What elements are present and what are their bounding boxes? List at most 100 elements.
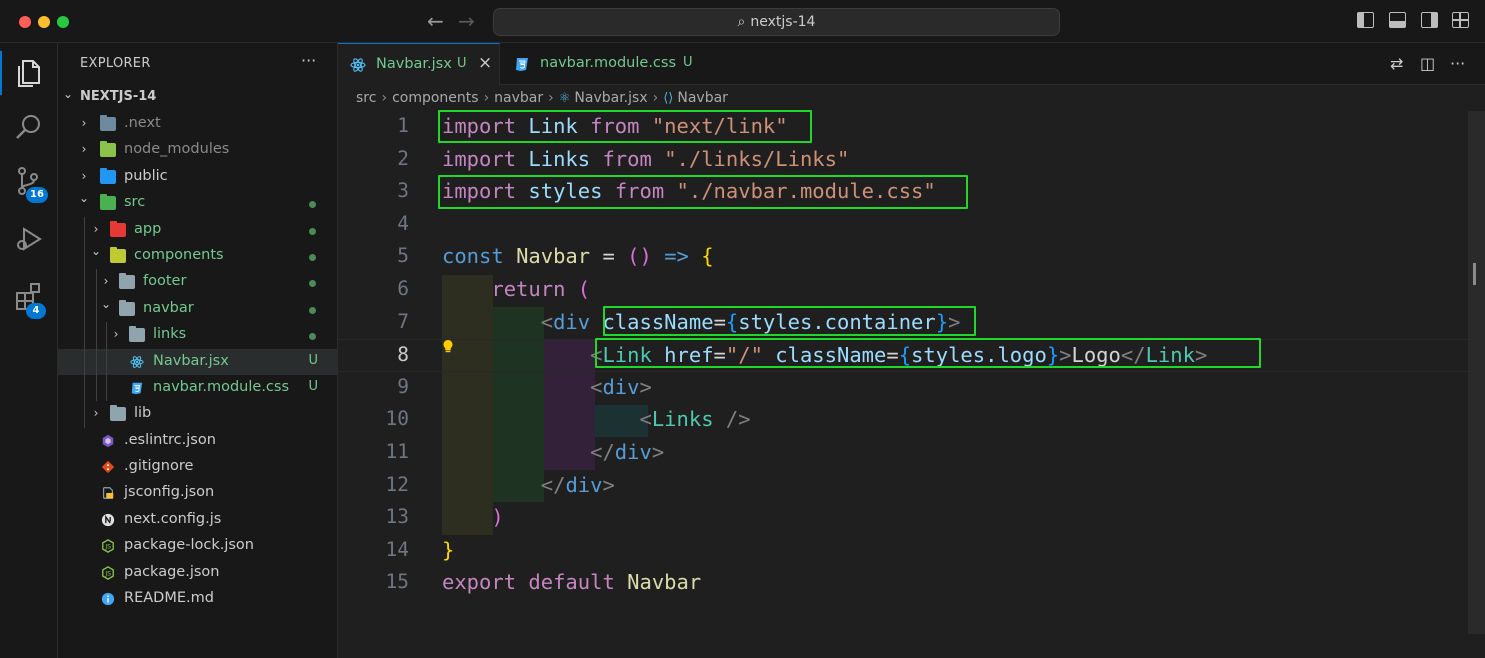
tree-item-public[interactable]: › public: [58, 164, 338, 190]
indent-guide: [96, 269, 97, 296]
more-actions-icon[interactable]: ···: [1450, 54, 1465, 73]
extensions-badge: 4: [26, 303, 46, 319]
node-folder-icon: [100, 141, 116, 158]
modified-dot: [309, 227, 316, 235]
untracked-status: U: [308, 352, 318, 368]
tree-item-links[interactable]: › links: [58, 322, 338, 349]
chevron-right-icon: ›: [103, 274, 109, 289]
tag-punct: <: [540, 309, 554, 334]
code-line: 9 <div>: [338, 372, 1485, 405]
modified-dot: [309, 306, 316, 314]
keyword: import: [442, 146, 517, 171]
forward-arrow-icon[interactable]: →: [458, 9, 475, 33]
indent-guide: [96, 374, 97, 402]
breadcrumb-item[interactable]: Navbar: [677, 90, 728, 106]
annotation-box: [595, 338, 1261, 368]
identifier: Navbar: [627, 570, 702, 595]
tree-item-label: public: [124, 167, 168, 184]
eslint-icon: [102, 434, 114, 447]
workspace-root-label: NEXTJS-14: [80, 89, 157, 104]
tree-item-next[interactable]: › .next: [58, 111, 338, 137]
maximize-window-button[interactable]: [57, 16, 69, 28]
activity-search[interactable]: [0, 101, 58, 153]
minimize-window-button[interactable]: [38, 16, 50, 28]
tab-status: U: [683, 55, 693, 70]
tree-item-gitignore[interactable]: .gitignore: [58, 454, 338, 480]
tree-item-navbar-jsx[interactable]: Navbar.jsx U: [58, 348, 338, 375]
line-number: 13: [385, 505, 409, 529]
files-icon: [18, 60, 40, 87]
line-number: 4: [397, 211, 409, 235]
close-icon[interactable]: ×: [478, 53, 492, 73]
breadcrumb-item[interactable]: src: [356, 90, 376, 106]
indent-guide: [84, 348, 85, 375]
nodejs-icon: JS: [102, 539, 114, 554]
tree-item-label: node_modules: [124, 141, 230, 158]
code-line: 6 return (: [338, 274, 1485, 307]
line-number: 10: [385, 407, 409, 431]
line-number: 9: [397, 374, 409, 398]
breadcrumb-item[interactable]: components: [392, 90, 479, 106]
folder-icon: [110, 405, 126, 422]
activity-extensions[interactable]: 4: [0, 271, 58, 323]
untracked-status: U: [308, 378, 318, 394]
indent-guide: [106, 348, 107, 375]
toggle-secondary-sidebar-icon[interactable]: [1421, 12, 1438, 28]
command-center-search[interactable]: ⌕ nextjs-14: [493, 8, 1060, 36]
tree-item-src[interactable]: ⌄ src: [58, 190, 338, 216]
code-line: 15 export default Navbar: [338, 567, 1485, 600]
tree-item-lib[interactable]: › lib: [58, 401, 338, 428]
tag-punct: <: [590, 374, 603, 399]
lightbulb-icon[interactable]: [442, 339, 454, 353]
activity-explorer[interactable]: [0, 47, 58, 99]
compare-changes-icon[interactable]: ⇄: [1390, 54, 1403, 73]
indent-guide: [96, 295, 97, 323]
tree-item-navbar[interactable]: ⌄ navbar: [58, 295, 338, 323]
breadcrumb-item[interactable]: navbar: [494, 90, 543, 106]
folder-icon: [119, 273, 135, 290]
split-editor-icon[interactable]: ◫: [1420, 54, 1435, 73]
tree-item-next-config[interactable]: next.config.js: [58, 507, 338, 533]
chevron-down-icon: ⌄: [78, 191, 90, 206]
tree-item-package-json[interactable]: JS package.json: [58, 560, 338, 586]
tree-item-readme[interactable]: README.md: [58, 586, 338, 612]
tree-item-node-modules[interactable]: › node_modules: [58, 137, 338, 163]
more-actions-icon[interactable]: ···: [301, 51, 316, 70]
indent-guide: [84, 401, 85, 428]
breadcrumb-item[interactable]: Navbar.jsx: [574, 90, 647, 106]
tree-item-footer[interactable]: › footer: [58, 269, 338, 296]
tab-navbar-jsx[interactable]: Navbar.jsx U ×: [338, 43, 500, 85]
indent-guide: [96, 348, 97, 375]
string: "./links/Links": [664, 146, 850, 171]
activity-bar: 16 4: [0, 43, 58, 658]
modified-dot: [309, 253, 316, 261]
line-number: 6: [397, 276, 409, 300]
tree-item-eslintrc[interactable]: .eslintrc.json: [58, 428, 338, 454]
line-number: 1: [397, 114, 409, 137]
keyword: default: [528, 570, 615, 595]
customize-layout-icon[interactable]: [1452, 12, 1469, 28]
tree-item-jsconfig[interactable]: jsconfig.json: [58, 480, 338, 506]
folder-icon: [100, 115, 116, 131]
component-tag: Links: [651, 407, 714, 432]
activity-source-control[interactable]: 16: [0, 155, 58, 207]
identifier: Links: [528, 146, 591, 171]
tree-item-navbar-module-css[interactable]: navbar.module.css U: [58, 374, 338, 402]
toggle-primary-sidebar-icon[interactable]: [1357, 12, 1374, 28]
tree-item-app[interactable]: › app: [58, 216, 338, 243]
tree-item-package-lock[interactable]: JS package-lock.json: [58, 533, 338, 559]
code-line: 14 }: [338, 535, 1485, 568]
tree-item-label: src: [124, 194, 146, 211]
tab-navbar-module-css[interactable]: navbar.module.css U: [500, 43, 710, 85]
search-icon: ⌕: [737, 14, 746, 30]
toggle-panel-icon[interactable]: [1389, 12, 1406, 28]
indent-guide: [106, 374, 107, 402]
tag-punct: >: [602, 472, 615, 497]
close-window-button[interactable]: [19, 16, 31, 28]
workspace-root[interactable]: ⌄ NEXTJS-14: [58, 86, 338, 108]
tree-item-components[interactable]: ⌄ components: [58, 242, 338, 270]
back-arrow-icon[interactable]: ←: [427, 9, 444, 33]
activity-run-debug[interactable]: [0, 213, 58, 265]
vertical-scrollbar[interactable]: [1468, 111, 1485, 634]
git-icon: [101, 460, 115, 474]
